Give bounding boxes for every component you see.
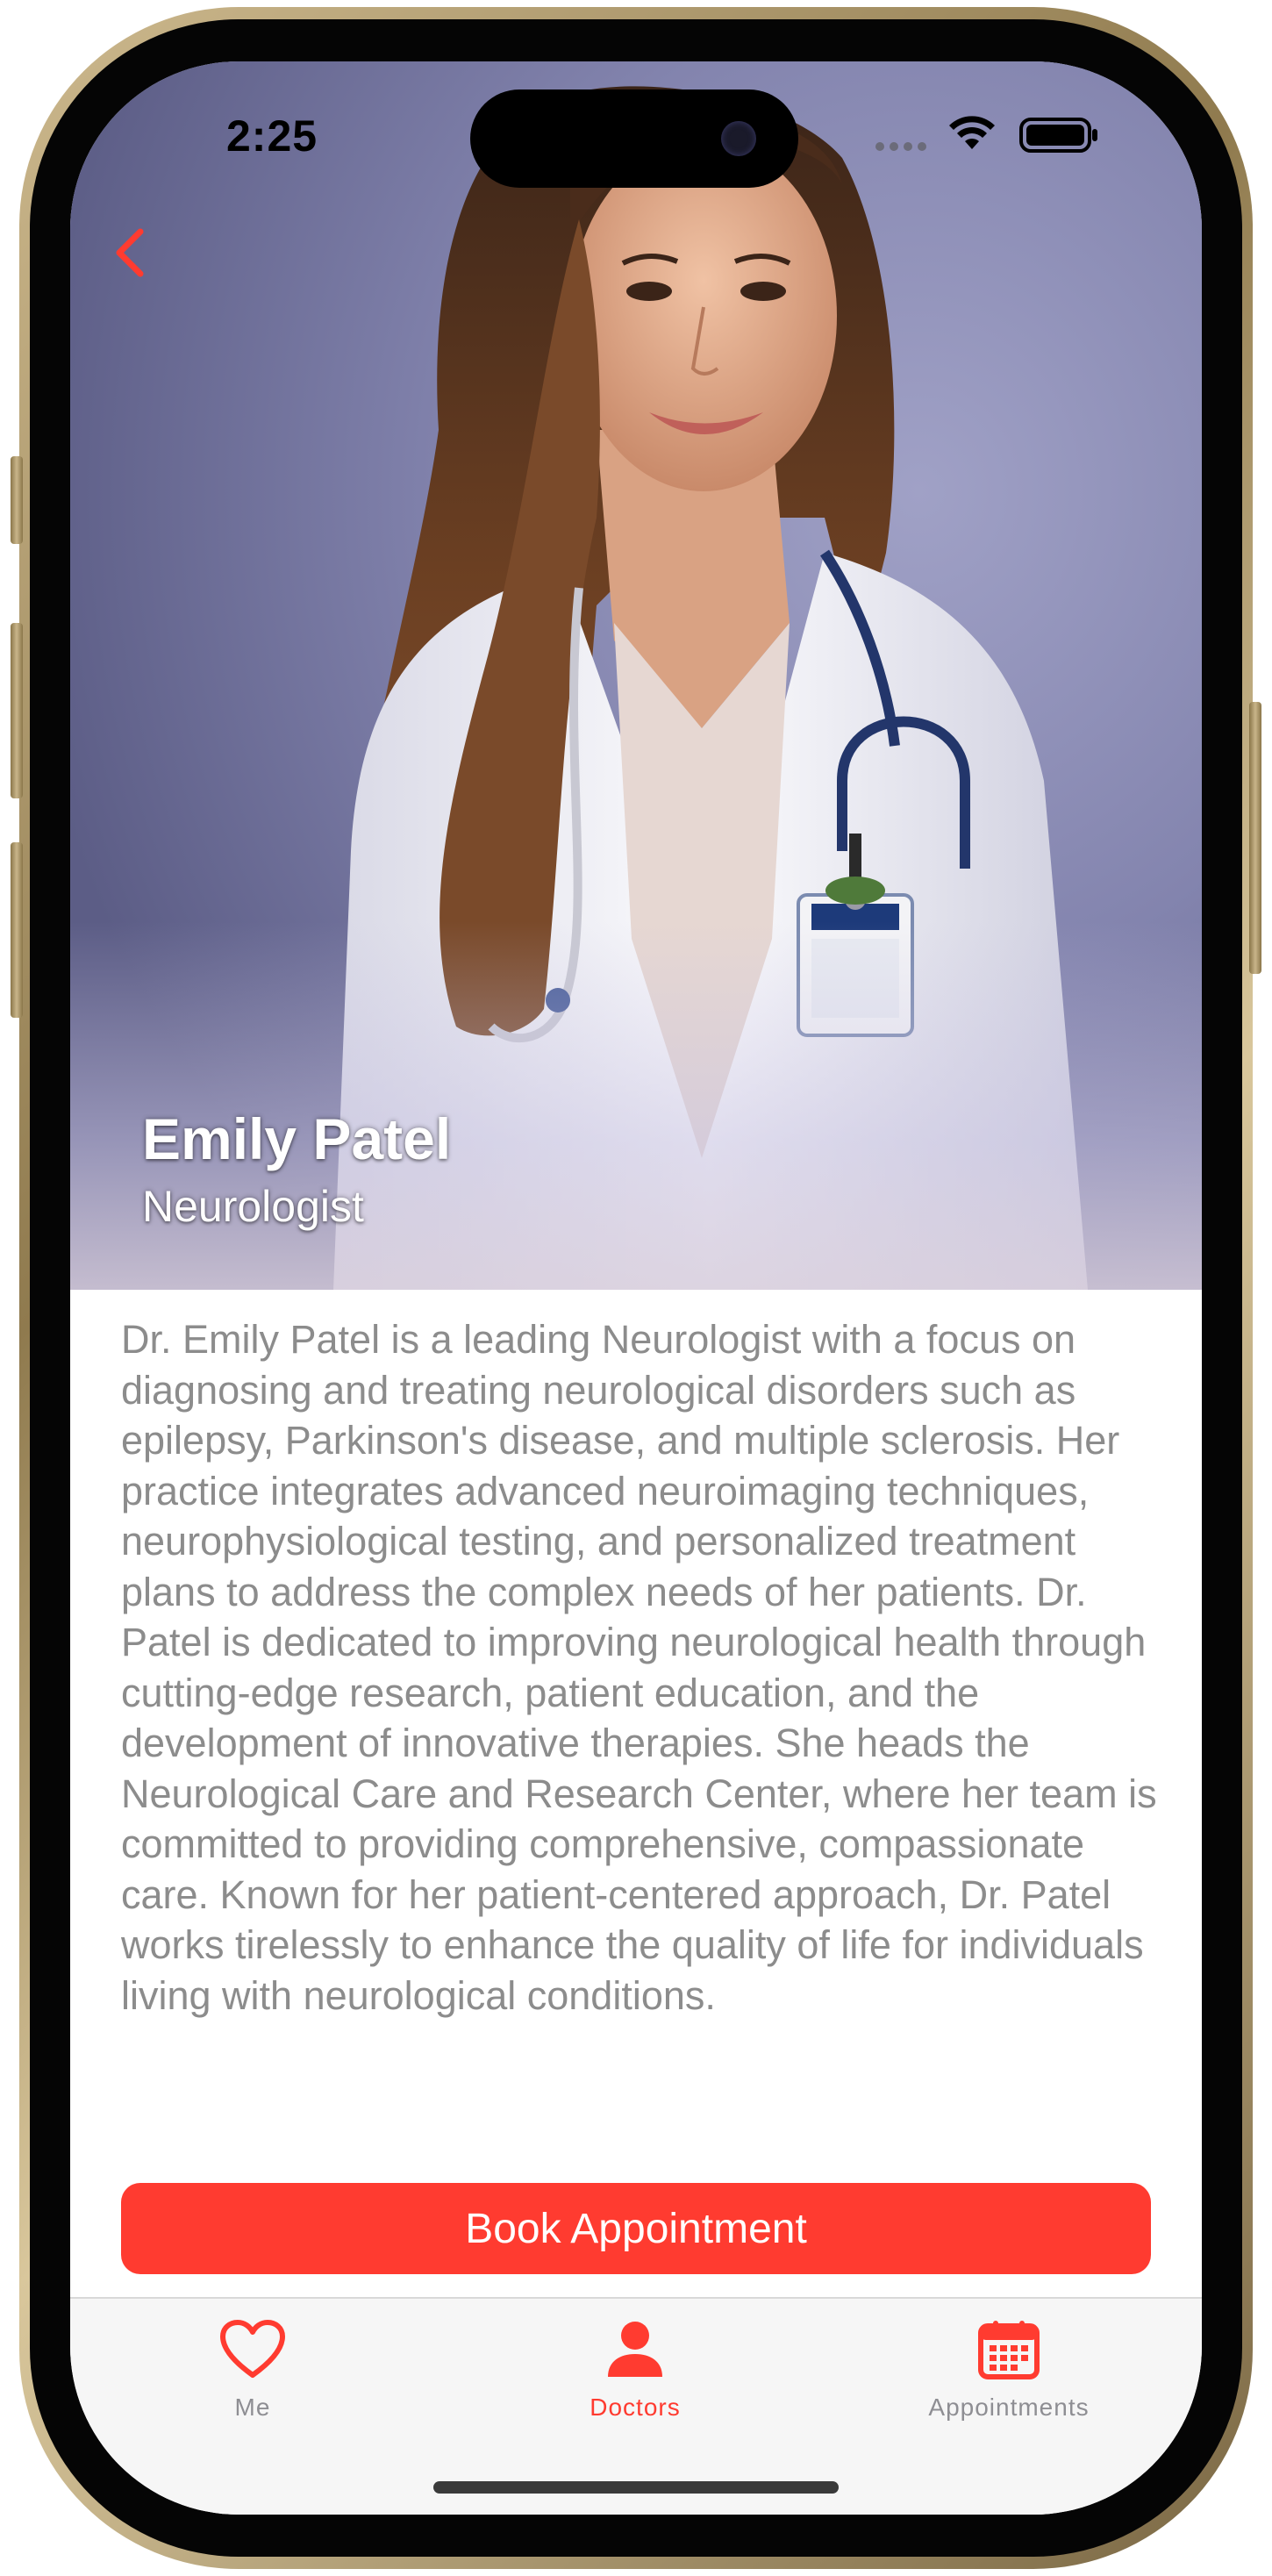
device-volume-up-button (11, 623, 23, 798)
person-icon (608, 2322, 662, 2377)
wifi-icon (949, 116, 995, 149)
device-volume-down-button (11, 842, 23, 1018)
chevron-left-icon (116, 228, 144, 277)
status-time: 2:25 (226, 111, 318, 161)
doctor-name: Emily Patel (142, 1106, 452, 1171)
heart-icon (220, 2320, 285, 2378)
back-button[interactable] (95, 218, 165, 288)
tab-me-label: Me (234, 2394, 271, 2421)
status-bar: 2:25 (70, 61, 1202, 188)
doctor-hero: 2:25 Emily Patel Neurologist (70, 61, 1202, 1290)
device-action-button (11, 456, 23, 544)
home-indicator[interactable] (433, 2481, 839, 2494)
battery-icon (1019, 118, 1097, 153)
doctor-specialty: Neurologist (142, 1182, 364, 1231)
front-camera (721, 121, 756, 156)
tab-doctors[interactable]: Doctors (504, 2316, 767, 2430)
tab-appointments-label: Appointments (928, 2394, 1090, 2421)
calendar-icon (978, 2321, 1040, 2379)
app-screen: 2:25 Emily Patel Neurologist Dr. Emily P… (70, 61, 1202, 2515)
cellular-signal-icon (875, 142, 926, 151)
tab-appointments[interactable]: Appointments (877, 2316, 1140, 2430)
tab-doctors-label: Doctors (590, 2394, 681, 2421)
doctor-bio: Dr. Emily Patel is a leading Neurologist… (121, 1317, 1157, 2018)
device-power-button (1249, 702, 1261, 974)
tab-me[interactable]: Me (121, 2316, 384, 2430)
book-appointment-button[interactable]: Book Appointment (121, 2183, 1151, 2274)
dynamic-island (470, 89, 798, 188)
